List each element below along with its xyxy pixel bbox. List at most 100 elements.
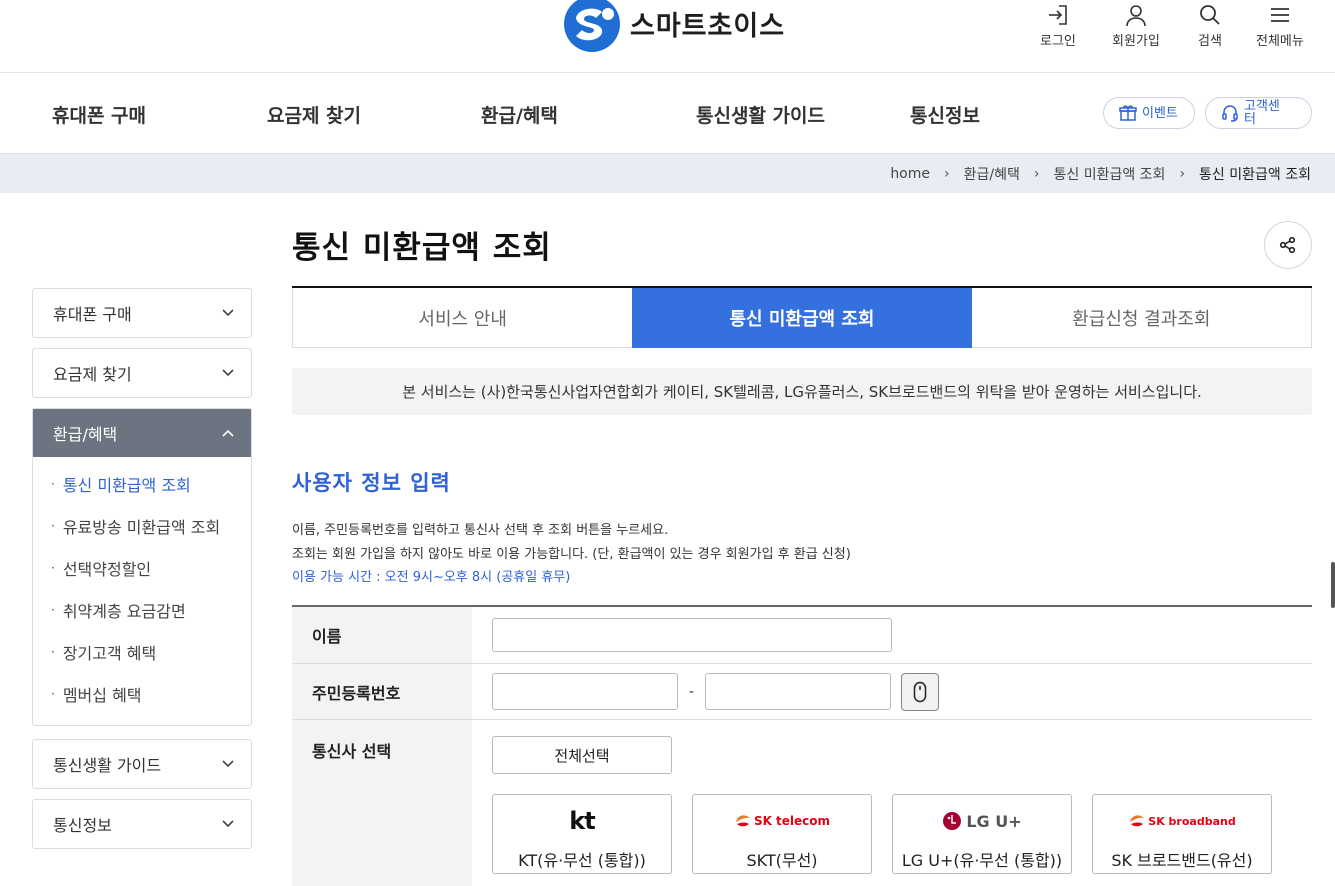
secure-keypad-button[interactable]: [901, 672, 939, 711]
carrier-option-kt[interactable]: kt KT(유·무선 (통합)): [492, 794, 672, 874]
scrollbar-thumb[interactable]: [1331, 562, 1335, 608]
chevron-right-icon: ›: [1179, 166, 1186, 182]
nav-telecom-info[interactable]: 통신정보: [910, 101, 980, 128]
event-button[interactable]: 이벤트: [1103, 97, 1195, 129]
sidebar-subitem-label: 장기고객 혜택: [62, 644, 157, 663]
sk-butterfly-icon: [1130, 815, 1145, 827]
share-button[interactable]: [1264, 221, 1312, 269]
nav-plan-search[interactable]: 요금제 찾기: [267, 101, 361, 128]
full-menu-label: 전체메뉴: [1256, 34, 1304, 49]
sidebar-subitem-label: 멤버십 혜택: [62, 686, 142, 705]
gift-icon: [1119, 105, 1137, 121]
sidebar-subitem-unrefunded[interactable]: · 통신 미환급액 조회: [51, 463, 251, 505]
headset-icon: [1222, 105, 1238, 122]
select-all-button[interactable]: 전체선택: [492, 736, 672, 774]
rrn-back-input[interactable]: [705, 673, 891, 710]
breadcrumb-current: 통신 미환급액 조회: [1199, 167, 1311, 183]
form-row-rrn: 주민등록번호 -: [292, 664, 1312, 720]
tab-unrefunded-lookup[interactable]: 통신 미환급액 조회: [632, 288, 972, 348]
rrn-separator: -: [688, 683, 695, 700]
chevron-right-icon: ›: [944, 166, 950, 182]
brand-logo[interactable]: 스마트초이스: [562, 0, 785, 52]
sidebar-subitem-label: 취약계층 요금감면: [62, 602, 186, 621]
skt-logo-text: SK telecom: [753, 814, 831, 828]
name-label: 이름: [292, 607, 472, 663]
sidebar-item-phone-purchase[interactable]: 휴대폰 구매: [32, 288, 252, 338]
carrier-option-skb[interactable]: SK broadband SK 브로드밴드(유선): [1092, 794, 1272, 874]
carrier-name: SKT(무선): [746, 851, 818, 870]
instruction-line: 조회는 회원 가입을 하지 않아도 바로 이용 가능합니다. (단, 환급액이 …: [292, 547, 851, 562]
sidebar-subitem-label: 통신 미환급액 조회: [62, 476, 191, 495]
sidebar-item-label: 요금제 찾기: [53, 365, 132, 384]
sidebar-subitem-vulnerable-discount[interactable]: · 취약계층 요금감면: [51, 589, 251, 631]
user-icon: [1126, 5, 1146, 27]
breadcrumb-home[interactable]: home: [890, 166, 930, 182]
signup-label: 회원가입: [1112, 34, 1160, 49]
sidebar-subitem-label: 유료방송 미환급액 조회: [62, 518, 221, 537]
section-title: 사용자 정보 입력: [292, 471, 451, 495]
support-button[interactable]: 고객센터: [1205, 97, 1312, 129]
tab-service-info[interactable]: 서비스 안내: [292, 288, 633, 348]
sidebar-submenu: · 통신 미환급액 조회 · 유료방송 미환급액 조회 · 선택약정할인 · 취약계층 …: [33, 457, 251, 725]
sidebar-item-plan-search[interactable]: 요금제 찾기: [32, 348, 252, 398]
sidebar-subitem-membership[interactable]: · 멤버십 혜택: [51, 673, 251, 715]
carrier-option-skt[interactable]: SK telecom SKT(무선): [692, 794, 872, 874]
sidebar-section-header[interactable]: 환급/혜택: [33, 409, 251, 457]
instructions: 이름, 주민등록번호를 입력하고 통신사 선택 후 조회 버튼을 누르세요. 조…: [292, 519, 851, 589]
sidebar-item-refund-benefit: 환급/혜택 · 통신 미환급액 조회 · 유료방송 미환급액 조회 · 선택약정할인 …: [32, 408, 252, 726]
search-label: 검색: [1198, 34, 1222, 49]
nav-phone-purchase[interactable]: 휴대폰 구매: [52, 101, 146, 128]
signup-link[interactable]: 회원가입: [1112, 2, 1160, 49]
lgu-logo-text: LG U+: [966, 811, 1022, 831]
chevron-up-icon: [222, 429, 234, 437]
content-tabs: 서비스 안내 통신 미환급액 조회 환급신청 결과조회: [292, 286, 1312, 348]
search-link[interactable]: 검색: [1197, 2, 1223, 49]
full-menu-link[interactable]: 전체메뉴: [1256, 2, 1304, 49]
lgu-logo: LG U+: [942, 805, 1022, 837]
login-icon: [1048, 5, 1067, 25]
search-icon: [1200, 5, 1220, 25]
sidebar-item-label: 환급/혜택: [53, 425, 118, 444]
sidebar-subitem-long-term[interactable]: · 장기고객 혜택: [51, 631, 251, 673]
sidebar-item-telecom-info[interactable]: 통신정보: [32, 799, 252, 849]
login-label: 로그인: [1040, 34, 1076, 49]
sidebar-item-label: 통신생활 가이드: [53, 756, 162, 775]
chevron-down-icon: [222, 369, 234, 377]
tab-refund-result[interactable]: 환급신청 결과조회: [971, 288, 1312, 348]
carrier-option-lgu[interactable]: LG U+ LG U+(유·무선 (통합)): [892, 794, 1072, 874]
form-row-carrier: 통신사 선택 전체선택 kt KT(유·무선 (통합)) SK telecom …: [292, 720, 1312, 886]
chevron-down-icon: [222, 760, 234, 768]
breadcrumb-bar: home › 환급/혜택 › 통신 미환급액 조회 › 통신 미환급액 조회: [0, 153, 1335, 193]
top-header: 스마트초이스 로그인 회원가입 검색 전체메뉴: [0, 0, 1335, 73]
breadcrumb: home › 환급/혜택 › 통신 미환급액 조회 › 통신 미환급액 조회: [890, 164, 1311, 184]
skb-logo: SK broadband: [1128, 805, 1236, 837]
lg-face-icon: [943, 812, 962, 830]
sidebar-subitem-paytv-unrefunded[interactable]: · 유료방송 미환급액 조회: [51, 505, 251, 547]
carrier-label: 통신사 선택: [292, 720, 472, 886]
skt-logo: SK telecom: [734, 805, 830, 837]
nav-telecom-guide[interactable]: 통신생활 가이드: [696, 101, 825, 128]
carrier-name: KT(유·무선 (통합)): [518, 851, 646, 870]
chevron-down-icon: [222, 820, 234, 828]
name-input[interactable]: [492, 618, 892, 652]
brand-name: 스마트초이스: [630, 10, 786, 42]
menu-icon: [1270, 8, 1289, 22]
chevron-down-icon: [222, 309, 234, 317]
share-icon: [1279, 236, 1296, 254]
event-label: 이벤트: [1142, 105, 1178, 121]
kt-logo: kt: [569, 805, 595, 837]
form-row-name: 이름: [292, 607, 1312, 664]
nav-refund-benefit[interactable]: 환급/혜택: [481, 101, 558, 128]
breadcrumb-refund[interactable]: 환급/혜택: [964, 164, 1020, 184]
sidebar-item-label: 통신정보: [53, 816, 112, 835]
service-hours: 이용 가능 시간 : 오전 9시~오후 8시 (공휴일 휴무): [292, 570, 571, 585]
rrn-label: 주민등록번호: [292, 664, 472, 719]
sidebar-subitem-selective-discount[interactable]: · 선택약정할인: [51, 547, 251, 589]
rrn-front-input[interactable]: [492, 673, 678, 710]
carrier-name: LG U+(유·무선 (통합)): [901, 851, 1063, 870]
login-link[interactable]: 로그인: [1040, 2, 1076, 49]
mouse-icon: [913, 681, 927, 702]
support-label: 고객센터: [1244, 99, 1280, 127]
breadcrumb-unrefunded[interactable]: 통신 미환급액 조회: [1053, 164, 1165, 184]
sidebar-item-telecom-guide[interactable]: 통신생활 가이드: [32, 739, 252, 789]
